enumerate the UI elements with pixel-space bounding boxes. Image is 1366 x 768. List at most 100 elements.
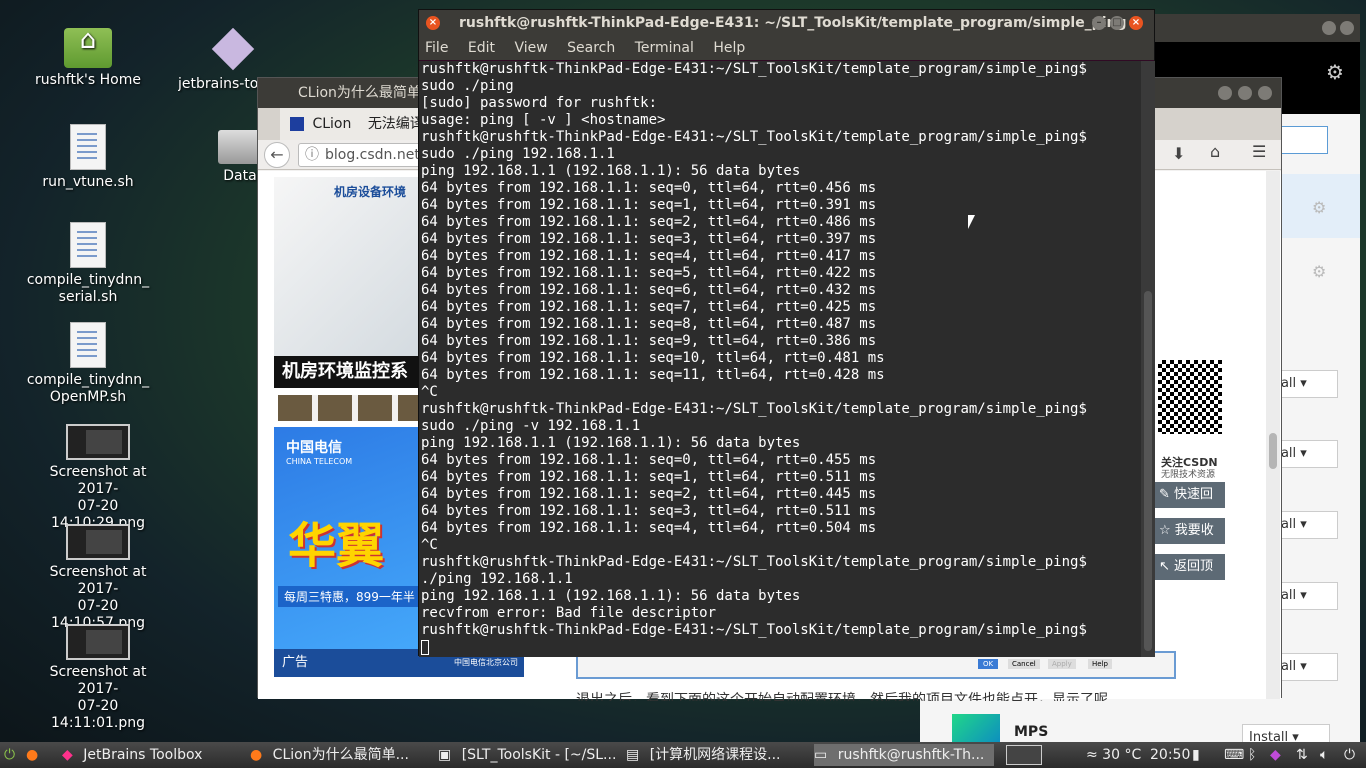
- desktop-icon-label: Screenshot at 2017- 07-20 14:11:01.png: [49, 664, 147, 731]
- terminal-line: ping 192.168.1.1 (192.168.1.1): 56 data …: [421, 588, 801, 604]
- home-icon[interactable]: ⌂: [1210, 142, 1220, 161]
- battery-icon[interactable]: ▮: [1192, 742, 1200, 768]
- scrollbar-thumb[interactable]: [1269, 433, 1277, 469]
- gear-icon[interactable]: ⚙: [1326, 60, 1344, 84]
- desktop-icon-label: rushftk's Home: [34, 72, 141, 88]
- menu-launcher-icon[interactable]: ⏻: [4, 744, 15, 766]
- script-file-icon: [70, 322, 106, 368]
- taskbar-item-browser[interactable]: ● CLion为什么最简单...: [250, 744, 430, 766]
- terminal-line: 64 bytes from 192.168.1.1: seq=0, ttl=64…: [421, 180, 877, 196]
- help-button: Help: [1088, 659, 1112, 669]
- mouse-pointer-icon: [968, 215, 982, 229]
- volume-icon[interactable]: 🔈︎: [1320, 742, 1328, 768]
- bluetooth-icon[interactable]: ᛒ: [1248, 742, 1256, 768]
- home-folder-icon: [64, 28, 112, 68]
- close-icon[interactable]: ×: [426, 16, 440, 30]
- terminal-line: 64 bytes from 192.168.1.1: seq=6, ttl=64…: [421, 282, 877, 298]
- ok-button: OK: [978, 659, 999, 669]
- terminal-line: 64 bytes from 192.168.1.1: seq=11, ttl=6…: [421, 367, 885, 383]
- workspace-switcher-icon[interactable]: [1006, 745, 1042, 765]
- desktop-icon-label: run_vtune.sh: [42, 174, 134, 190]
- shutdown-icon[interactable]: ⏻: [1344, 742, 1355, 768]
- taskbar-item-jetbrains[interactable]: ◆ JetBrains Toolbox: [62, 744, 242, 766]
- terminal-icon: ▭: [814, 747, 828, 763]
- document-icon: ▤: [626, 747, 640, 763]
- minimize-icon[interactable]: [1218, 86, 1232, 100]
- info-icon: ⓘ: [305, 147, 319, 163]
- terminal-line: 64 bytes from 192.168.1.1: seq=5, ttl=64…: [421, 265, 877, 281]
- terminal-output[interactable]: rushftk@rushftk-ThinkPad-Edge-E431:~/SLT…: [419, 61, 1141, 657]
- menu-help[interactable]: Help: [713, 40, 745, 56]
- firefox-launcher-icon[interactable]: ●: [26, 744, 38, 766]
- product-name: MPS: [1014, 724, 1049, 740]
- app-tray-icon[interactable]: ◆: [1270, 742, 1281, 768]
- maximize-icon[interactable]: [1340, 21, 1354, 35]
- terminal-line: 64 bytes from 192.168.1.1: seq=1, ttl=64…: [421, 197, 877, 213]
- terminal-line: 64 bytes from 192.168.1.1: seq=2, ttl=64…: [421, 214, 877, 230]
- desktop-icon-label: Screenshot at 2017- 07-20 14:10:29.png: [49, 464, 147, 531]
- maximize-icon[interactable]: [1238, 86, 1252, 100]
- tab-clion[interactable]: CLion 无法编译: [280, 108, 434, 140]
- keyboard-icon[interactable]: ⌨: [1224, 742, 1244, 768]
- terminal-line: 64 bytes from 192.168.1.1: seq=4, ttl=64…: [421, 520, 877, 536]
- settings-icon[interactable]: ⚙: [1312, 198, 1326, 217]
- desktop-icon-run-vtune[interactable]: run_vtune.sh: [23, 124, 153, 191]
- clock[interactable]: 20:50: [1150, 742, 1190, 768]
- taskbar: ⏻ ● ◆ JetBrains Toolbox ● CLion为什么最简单...…: [0, 742, 1366, 768]
- window-title: CLion为什么最简单...: [298, 85, 435, 101]
- search-field[interactable]: [1280, 126, 1328, 154]
- desktop-icon-home[interactable]: rushftk's Home: [23, 28, 153, 89]
- network-icon[interactable]: ⇅: [1296, 742, 1308, 768]
- download-icon[interactable]: ⬇: [1172, 144, 1185, 163]
- back-to-top-button[interactable]: ↖ 返回顶部: [1153, 554, 1225, 600]
- menu-file[interactable]: File: [425, 40, 448, 56]
- terminal-line: ping 192.168.1.1 (192.168.1.1): 56 data …: [421, 435, 801, 451]
- desktop-icon-compile-serial[interactable]: compile_tinydnn_ serial.sh: [23, 222, 153, 306]
- terminal-menu-bar: File Edit View Search Terminal Help: [419, 36, 1154, 60]
- back-arrow-icon[interactable]: ←: [264, 142, 290, 168]
- menu-edit[interactable]: Edit: [468, 40, 495, 56]
- desktop-icon-label: compile_tinydnn_ serial.sh: [26, 272, 150, 305]
- page-scrollbar[interactable]: [1266, 171, 1280, 699]
- article-text: 退出之后，看到下面的这个开始自动配置环境，然后我的项目文件也能点开，显示了呢: [576, 692, 1108, 701]
- menu-icon[interactable]: ☰: [1252, 142, 1266, 161]
- terminal-window: rushftk@rushftk-ThinkPad-Edge-E431: ~/SL…: [418, 9, 1155, 657]
- quick-reply-button[interactable]: ✎ 快速回复: [1153, 482, 1225, 528]
- terminal-line: 64 bytes from 192.168.1.1: seq=0, ttl=64…: [421, 452, 877, 468]
- terminal-line: ping 192.168.1.1 (192.168.1.1): 56 data …: [421, 163, 801, 179]
- firefox-icon: ●: [250, 747, 263, 763]
- taskbar-item-terminal[interactable]: ▭ rushftk@rushftk-Th...: [814, 744, 994, 766]
- taskbar-item-clion[interactable]: ▣ [SLT_ToolsKit - [~/SL...: [438, 744, 618, 766]
- terminal-title-bar: rushftk@rushftk-ThinkPad-Edge-E431: ~/SL…: [419, 10, 1154, 36]
- image-file-icon: [66, 624, 130, 660]
- desktop-icon-compile-openmp[interactable]: compile_tinydnn_ OpenMP.sh: [23, 322, 153, 406]
- taskbar-item-document[interactable]: ▤ [计算机网络课程设...: [626, 744, 806, 766]
- scrollbar-thumb[interactable]: [1144, 291, 1152, 651]
- terminal-line: 64 bytes from 192.168.1.1: seq=9, ttl=64…: [421, 333, 877, 349]
- terminal-line: rushftk@rushftk-ThinkPad-Edge-E431:~/SLT…: [421, 622, 1087, 638]
- close-icon[interactable]: [1258, 86, 1272, 100]
- cancel-button: Cancel: [1008, 659, 1040, 669]
- minimize-icon[interactable]: [1322, 21, 1336, 35]
- terminal-line: 64 bytes from 192.168.1.1: seq=1, ttl=64…: [421, 469, 877, 485]
- menu-terminal[interactable]: Terminal: [635, 40, 694, 56]
- menu-search[interactable]: Search: [567, 40, 615, 56]
- desktop-icon-screenshot-1[interactable]: Screenshot at 2017- 07-20 14:10:29.png: [33, 424, 163, 532]
- desktop-icon-screenshot-2[interactable]: Screenshot at 2017- 07-20 14:10:57.png: [33, 524, 163, 632]
- maximize-icon[interactable]: □: [1110, 16, 1124, 30]
- text-cursor: [421, 639, 429, 655]
- terminal-line: rushftk@rushftk-ThinkPad-Edge-E431:~/SLT…: [421, 129, 1087, 145]
- weather-indicator[interactable]: ≈ 30 °C: [1086, 742, 1141, 768]
- settings-icon[interactable]: ⚙: [1312, 262, 1326, 281]
- terminal-line: ./ping 192.168.1.1: [421, 571, 573, 587]
- ad-thumbnails: [278, 395, 438, 421]
- terminal-scrollbar[interactable]: [1141, 61, 1155, 657]
- favorite-button[interactable]: ☆ 我要收藏: [1153, 518, 1225, 564]
- desktop-icon-screenshot-3[interactable]: Screenshot at 2017- 07-20 14:11:01.png: [33, 624, 163, 732]
- terminal-line: 64 bytes from 192.168.1.1: seq=10, ttl=6…: [421, 350, 885, 366]
- close-icon[interactable]: ×: [1129, 16, 1143, 30]
- menu-view[interactable]: View: [514, 40, 547, 56]
- image-file-icon: [66, 424, 130, 460]
- minimize-icon[interactable]: –: [1092, 16, 1106, 30]
- desktop-icon-label: compile_tinydnn_ OpenMP.sh: [26, 372, 150, 405]
